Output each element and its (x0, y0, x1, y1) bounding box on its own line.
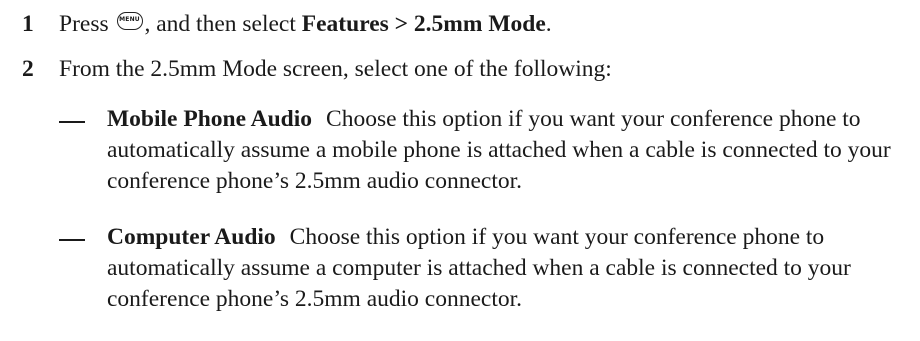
step-1-prefix: Press (59, 11, 115, 37)
step-1-end: . (545, 11, 552, 37)
option-2-bullet (59, 239, 85, 241)
features-path: Features > 2.5mm Mode (301, 11, 546, 37)
option-computer-audio: Computer Audio Choose this option if you … (107, 222, 917, 315)
option-2-title: Computer Audio (107, 224, 276, 250)
step-1-number: 1 (22, 11, 34, 37)
menu-key-icon: MENU (116, 12, 143, 30)
step-1-middle: , and then select (144, 11, 302, 37)
option-1-title: Mobile Phone Audio (107, 106, 313, 132)
step-1-text: Press MENU , and then select Features > 2… (59, 11, 552, 38)
instructions-page: 1 Press MENU , and then select Features >… (0, 0, 920, 341)
menu-key-label: MENU (119, 16, 140, 23)
step-2-text: From the 2.5mm Mode screen, select one o… (59, 56, 612, 82)
option-mobile-phone-audio: Mobile Phone Audio Choose this option if … (107, 104, 917, 197)
step-2-number: 2 (22, 56, 34, 82)
option-1-bullet (59, 121, 85, 123)
